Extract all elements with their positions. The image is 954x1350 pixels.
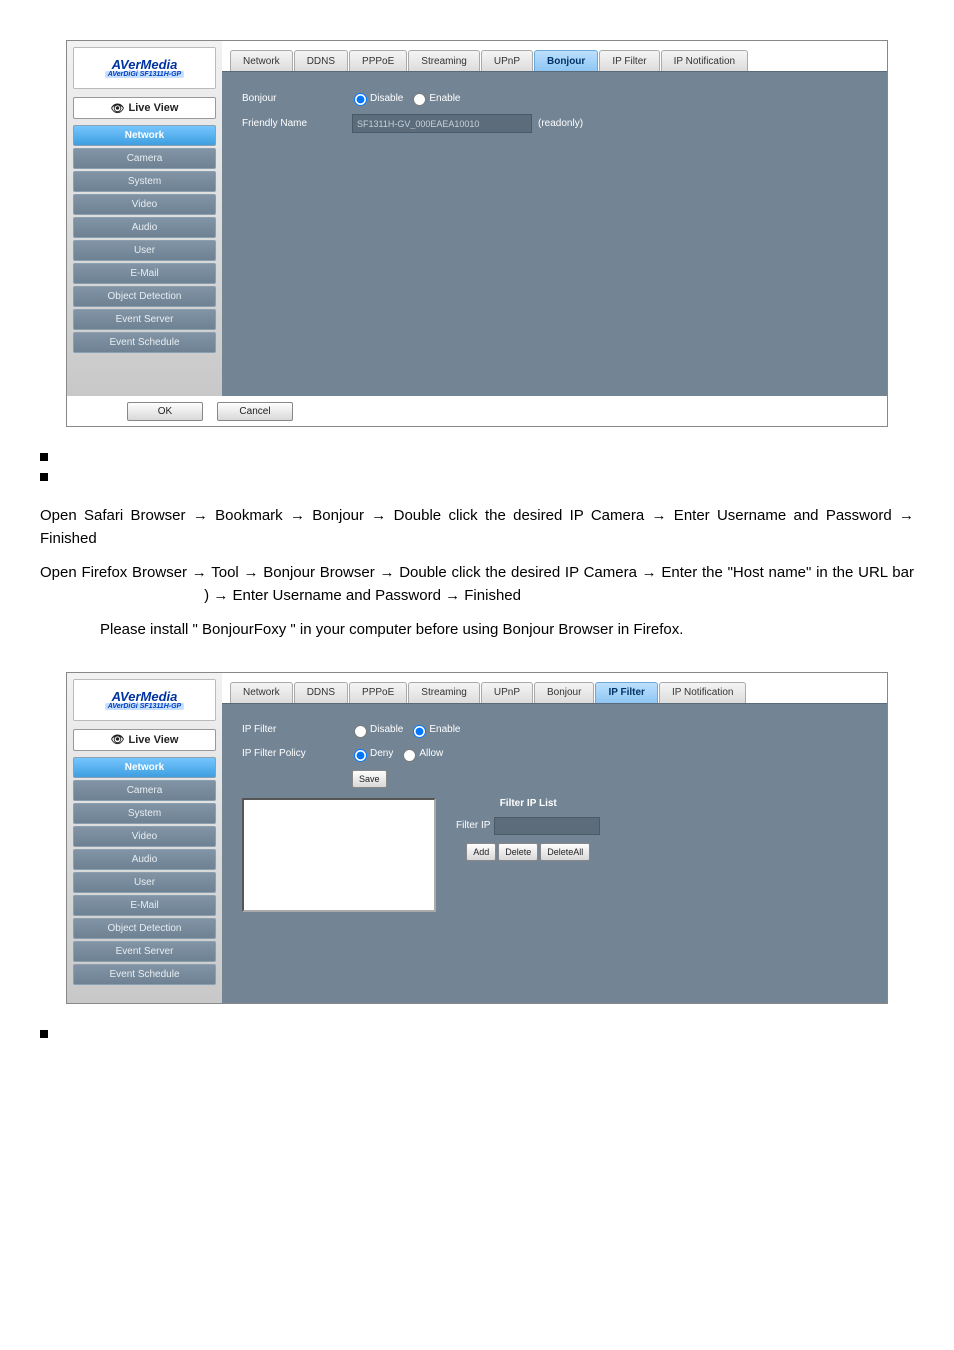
logo: AVerMedia AVerDiGi SF1311H-GP — [73, 47, 216, 89]
tab-bar: Network DDNS PPPoE Streaming UPnP Bonjou… — [222, 673, 887, 703]
sidebar-item-camera[interactable]: Camera — [73, 148, 216, 169]
filter-ip-listbox[interactable] — [242, 798, 436, 912]
tab-pppoe[interactable]: PPPoE — [349, 682, 407, 703]
tab-ipfilter[interactable]: IP Filter — [595, 682, 658, 703]
sidebar-item-audio[interactable]: Audio — [73, 217, 216, 238]
bonjour-enable-radio[interactable] — [413, 93, 426, 106]
sidebar-item-video[interactable]: Video — [73, 826, 216, 847]
add-button[interactable]: Add — [466, 843, 496, 861]
tab-ipnotification[interactable]: IP Notification — [659, 682, 747, 703]
main-panel: Network DDNS PPPoE Streaming UPnP Bonjou… — [222, 673, 887, 1003]
tab-upnp[interactable]: UPnP — [481, 682, 533, 703]
sidebar-item-system[interactable]: System — [73, 803, 216, 824]
friendly-name-input — [352, 114, 532, 133]
tab-ipnotification[interactable]: IP Notification — [661, 50, 749, 71]
bonjour-settings-screenshot: AVerMedia AVerDiGi SF1311H-GP 👁 Live Vie… — [66, 40, 888, 427]
bottom-bar: OK Cancel — [67, 396, 887, 426]
tab-bonjour[interactable]: Bonjour — [534, 682, 594, 703]
sidebar-item-event-server[interactable]: Event Server — [73, 309, 216, 330]
sidebar-item-event-schedule[interactable]: Event Schedule — [73, 332, 216, 353]
sidebar-item-user[interactable]: User — [73, 872, 216, 893]
instruction-bonjourfoxy: Please install " BonjourFoxy " in your c… — [40, 619, 914, 642]
main-panel: Network DDNS PPPoE Streaming UPnP Bonjou… — [222, 41, 887, 396]
tab-ddns[interactable]: DDNS — [294, 50, 348, 71]
filter-list-header: Filter IP List — [500, 798, 557, 809]
live-view-button[interactable]: 👁 Live View — [73, 729, 216, 751]
tab-streaming[interactable]: Streaming — [408, 682, 480, 703]
allow-label: Allow — [419, 748, 443, 759]
ipfilter-settings-screenshot: AVerMedia AVerDiGi SF1311H-GP 👁 Live Vie… — [66, 672, 888, 1004]
tab-bar: Network DDNS PPPoE Streaming UPnP Bonjou… — [222, 41, 887, 71]
sidebar-item-email[interactable]: E-Mail — [73, 895, 216, 916]
readonly-note: (readonly) — [538, 118, 583, 129]
settings-panel: Bonjour Disable Enable Friendly Name (re… — [222, 71, 887, 396]
enable-label: Enable — [429, 93, 460, 104]
tab-network[interactable]: Network — [230, 50, 293, 71]
friendly-name-label: Friendly Name — [242, 118, 352, 129]
instruction-firefox: Open Firefox Browser → Tool → Bonjour Br… — [40, 562, 914, 607]
delete-button[interactable]: Delete — [498, 843, 538, 861]
logo-model: AVerDiGi SF1311H-GP — [105, 703, 184, 710]
policy-allow-radio[interactable] — [403, 749, 416, 762]
tab-pppoe[interactable]: PPPoE — [349, 50, 407, 71]
sidebar: AVerMedia AVerDiGi SF1311H-GP 👁 Live Vie… — [67, 41, 222, 396]
tab-ddns[interactable]: DDNS — [294, 682, 348, 703]
bonjour-label: Bonjour — [242, 93, 352, 104]
deleteall-button[interactable]: DeleteAll — [540, 843, 590, 861]
bullet-icon — [40, 1030, 48, 1038]
logo-brand: AVerMedia — [112, 690, 178, 703]
ok-button[interactable]: OK — [127, 402, 203, 421]
sidebar-item-user[interactable]: User — [73, 240, 216, 261]
sidebar-item-event-schedule[interactable]: Event Schedule — [73, 964, 216, 985]
ipfilter-disable-radio[interactable] — [354, 725, 367, 738]
eye-icon: 👁 — [111, 733, 125, 746]
sidebar-item-event-server[interactable]: Event Server — [73, 941, 216, 962]
logo-brand: AVerMedia — [112, 58, 178, 71]
policy-label: IP Filter Policy — [242, 748, 352, 759]
sidebar-item-email[interactable]: E-Mail — [73, 263, 216, 284]
disable-label: Disable — [370, 93, 403, 104]
sidebar-item-object-detection[interactable]: Object Detection — [73, 918, 216, 939]
sidebar-item-object-detection[interactable]: Object Detection — [73, 286, 216, 307]
tab-bonjour[interactable]: Bonjour — [534, 50, 598, 71]
body-text: Open Safari Browser → Bookmark → Bonjour… — [40, 505, 914, 642]
cancel-button[interactable]: Cancel — [217, 402, 293, 421]
policy-deny-radio[interactable] — [354, 749, 367, 762]
tab-streaming[interactable]: Streaming — [408, 50, 480, 71]
settings-panel: IP Filter Disable Enable IP Filter Polic… — [222, 703, 887, 1003]
eye-icon: 👁 — [111, 102, 125, 115]
bullet-icon — [40, 453, 48, 461]
enable-label: Enable — [429, 724, 460, 735]
sidebar-item-audio[interactable]: Audio — [73, 849, 216, 870]
tab-upnp[interactable]: UPnP — [481, 50, 533, 71]
ipfilter-label: IP Filter — [242, 724, 352, 735]
filter-controls: Filter IP List Filter IP Add Delete Dele… — [456, 798, 600, 912]
filter-ip-label: Filter IP — [456, 820, 490, 831]
sidebar-item-network[interactable]: Network — [73, 125, 216, 146]
bonjour-disable-radio[interactable] — [354, 93, 367, 106]
filter-ip-input[interactable] — [494, 817, 600, 835]
sidebar: AVerMedia AVerDiGi SF1311H-GP 👁 Live Vie… — [67, 673, 222, 1003]
ipfilter-enable-radio[interactable] — [413, 725, 426, 738]
tab-ipfilter[interactable]: IP Filter — [599, 50, 659, 71]
instruction-safari: Open Safari Browser → Bookmark → Bonjour… — [40, 505, 914, 550]
disable-label: Disable — [370, 724, 403, 735]
live-view-button[interactable]: 👁 Live View — [73, 97, 216, 119]
bullet-icon — [40, 473, 48, 481]
sidebar-item-system[interactable]: System — [73, 171, 216, 192]
deny-label: Deny — [370, 748, 393, 759]
logo: AVerMedia AVerDiGi SF1311H-GP — [73, 679, 216, 721]
sidebar-item-video[interactable]: Video — [73, 194, 216, 215]
sidebar-item-camera[interactable]: Camera — [73, 780, 216, 801]
tab-network[interactable]: Network — [230, 682, 293, 703]
live-view-label: Live View — [129, 102, 179, 114]
sidebar-item-network[interactable]: Network — [73, 757, 216, 778]
save-button[interactable]: Save — [352, 770, 387, 788]
logo-model: AVerDiGi SF1311H-GP — [105, 71, 184, 78]
live-view-label: Live View — [129, 734, 179, 746]
